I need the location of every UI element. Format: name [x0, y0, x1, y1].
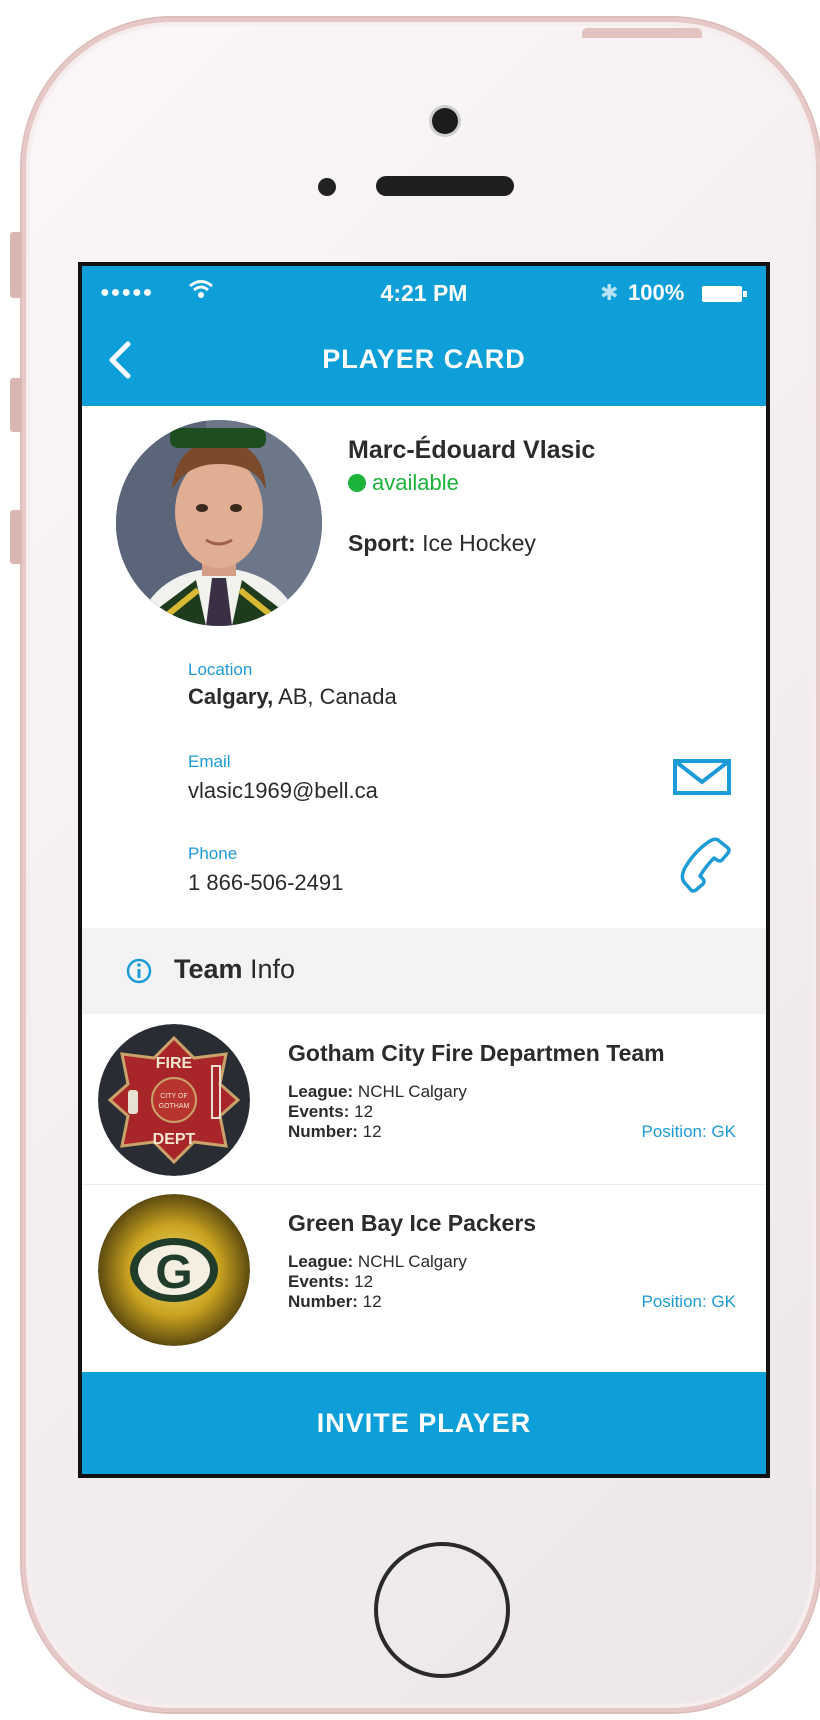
- team-events: Events: 12: [288, 1272, 373, 1292]
- power-button: [582, 28, 702, 38]
- player-sport: Sport: Ice Hockey: [348, 530, 536, 557]
- front-camera: [432, 108, 458, 134]
- events-value: 12: [354, 1102, 374, 1121]
- team-info-bold: Team: [174, 954, 243, 984]
- mute-switch: [10, 232, 22, 298]
- volume-down-button: [10, 510, 22, 564]
- events-label: Events:: [288, 1102, 350, 1121]
- number-label: Number:: [288, 1122, 358, 1141]
- team-info-rest: Info: [242, 954, 296, 984]
- invite-player-button[interactable]: INVITE PLAYER: [82, 1372, 766, 1474]
- team-league: League: NCHL Calgary: [288, 1082, 467, 1102]
- availability-label: available: [372, 470, 459, 495]
- league-value: NCHL Calgary: [357, 1082, 467, 1101]
- team-logo-green-bay: G: [98, 1194, 250, 1346]
- status-dot-icon: [348, 474, 366, 492]
- location-city: Calgary,: [188, 684, 274, 709]
- contact-details: Location Calgary, AB, Canada Email vlasi…: [82, 638, 766, 928]
- player-profile: Marc-Édouard Vlasic available Sport: Ice…: [82, 406, 766, 636]
- league-value: NCHL Calgary: [357, 1252, 467, 1271]
- team-list-item[interactable]: G Green Bay Ice Packers League: NCHL Cal…: [82, 1186, 766, 1352]
- phone-label: Phone: [188, 844, 238, 863]
- phone-value[interactable]: 1 866-506-2491: [188, 870, 343, 896]
- location-label: Location: [188, 660, 253, 679]
- logo-g-letter: G: [155, 1246, 192, 1299]
- info-icon: [126, 958, 152, 984]
- proximity-sensor: [318, 178, 336, 196]
- availability-status: available: [348, 470, 459, 496]
- player-avatar: [116, 420, 322, 626]
- team-info-section-header: Team Info: [82, 928, 766, 1014]
- team-list-item[interactable]: FIRE CITY OF GOTHAM DEPT Gotham City Fir…: [82, 1016, 766, 1182]
- number-value: 12: [362, 1292, 382, 1311]
- team-events: Events: 12: [288, 1102, 373, 1122]
- team-name: Green Bay Ice Packers: [288, 1210, 537, 1236]
- logo-gotham-text: GOTHAM: [159, 1103, 190, 1110]
- number-value: 12: [362, 1122, 382, 1141]
- team-number: Number: 12: [288, 1292, 382, 1312]
- league-label: League:: [288, 1252, 354, 1271]
- bluetooth-icon: ✱: [600, 280, 619, 305]
- location-region: AB, Canada: [273, 684, 397, 709]
- email-label: Email: [188, 752, 231, 771]
- player-name: Marc-Édouard Vlasic: [348, 436, 596, 464]
- team-position: Position: GK: [641, 1292, 737, 1311]
- location-value: Calgary, AB, Canada: [188, 684, 397, 710]
- team-name: Gotham City Fire Departmen Team: [288, 1040, 665, 1066]
- battery-icon: [702, 286, 747, 302]
- sport-value: Ice Hockey: [422, 530, 536, 556]
- phone-call-icon[interactable]: [678, 836, 732, 894]
- events-label: Events:: [288, 1272, 350, 1291]
- status-bar: ●●●●● 4:21 PM ✱ 100%: [82, 280, 766, 310]
- events-value: 12: [354, 1272, 374, 1291]
- battery-percent: 100%: [628, 280, 685, 305]
- home-button[interactable]: [374, 1542, 510, 1678]
- logo-dept-text: DEPT: [153, 1131, 196, 1148]
- page-title: PLAYER CARD: [322, 344, 526, 374]
- divider: [82, 1184, 766, 1185]
- logo-city-text: CITY OF: [160, 1093, 187, 1100]
- email-value[interactable]: vlasic1969@bell.ca: [188, 778, 378, 804]
- app-screen: ●●●●● 4:21 PM ✱ 100% PLAYER CARD Marc-Éd…: [78, 262, 770, 1478]
- team-info-title: Team Info: [174, 954, 295, 985]
- number-label: Number:: [288, 1292, 358, 1311]
- mail-icon[interactable]: [672, 758, 732, 798]
- team-number: Number: 12: [288, 1122, 382, 1142]
- earpiece-speaker: [376, 176, 514, 196]
- league-label: League:: [288, 1082, 354, 1101]
- volume-up-button: [10, 378, 22, 432]
- sport-label: Sport:: [348, 530, 416, 556]
- logo-fire-text: FIRE: [156, 1055, 193, 1072]
- team-league: League: NCHL Calgary: [288, 1252, 467, 1272]
- app-header: ●●●●● 4:21 PM ✱ 100% PLAYER CARD: [82, 266, 766, 406]
- team-logo-fire-dept: FIRE CITY OF GOTHAM DEPT: [98, 1024, 250, 1176]
- team-position: Position: GK: [641, 1122, 737, 1141]
